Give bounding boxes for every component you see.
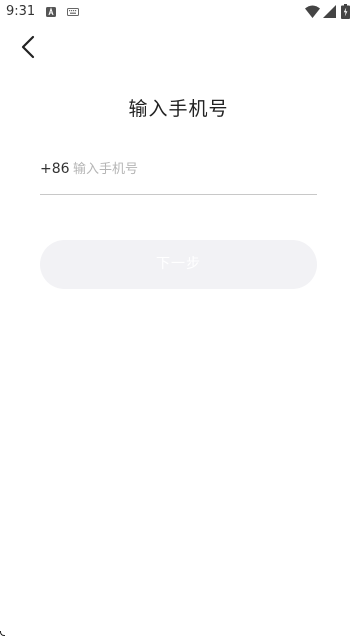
chevron-left-icon [21,35,35,59]
status-time: 9:31 [6,4,36,19]
phone-input-row: +86 [40,150,317,195]
wifi-icon [305,5,320,18]
battery-icon [341,4,350,19]
screen-corner-mark [0,631,5,636]
status-bar: 9:31 [0,0,357,24]
keyboard-icon [67,8,79,16]
page-title: 输入手机号 [128,98,229,120]
phone-number-input[interactable] [73,157,313,181]
next-step-button[interactable]: 下一步 [40,240,317,289]
back-button[interactable] [14,32,44,62]
country-code-selector[interactable]: +86 [40,160,70,178]
a-icon [46,7,56,17]
signal-icon [323,5,336,18]
